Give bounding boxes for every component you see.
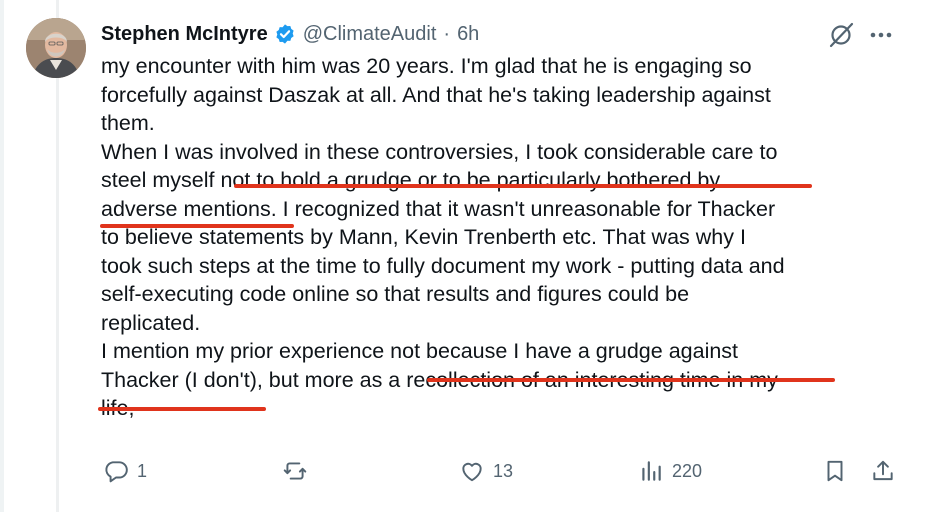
tweet-header: Stephen McIntyre @ClimateAudit · 6h (101, 18, 479, 50)
bookmark-icon (827, 460, 843, 482)
tweet-text: my encounter with him was 20 years. I'm … (101, 52, 916, 423)
author-handle[interactable]: @ClimateAudit (303, 23, 437, 46)
like-button[interactable]: 13 (459, 458, 513, 484)
avatar-photo (26, 18, 86, 78)
action-bar: 1 13 220 (0, 458, 926, 490)
repost-button[interactable] (282, 458, 316, 484)
tweet-line: replicated. (101, 310, 201, 335)
tweet-line: I mention my prior experience not becaus… (101, 339, 739, 363)
tweet-line: them. (101, 111, 155, 135)
reply-button[interactable]: 1 (103, 458, 147, 484)
bookmark-button[interactable] (822, 458, 848, 484)
tweet-line: steel myself not to hold a grudge or to … (101, 168, 721, 192)
reply-count: 1 (137, 460, 148, 481)
reply-icon (105, 461, 128, 483)
author-name[interactable]: Stephen McIntyre (101, 23, 268, 46)
views-button[interactable]: 220 (638, 458, 702, 484)
tweet-line: took such steps at the time to fully doc… (101, 253, 785, 278)
views-icon (642, 461, 661, 481)
annotation-underline (427, 378, 835, 382)
timestamp[interactable]: 6h (457, 23, 479, 46)
share-icon (873, 460, 893, 481)
grok-icon[interactable] (826, 20, 856, 50)
header-separator: · (443, 22, 451, 45)
share-button[interactable] (870, 458, 896, 484)
tweet-line: my encounter with him was 20 years. I'm … (101, 54, 752, 78)
annotation-underline (234, 184, 812, 188)
tweet-line: self-executing code online so that resul… (101, 282, 690, 306)
tweet-line: forcefully against Daszak at all. And th… (101, 82, 771, 107)
repost-icon (283, 462, 307, 480)
views-count: 220 (672, 460, 703, 481)
tweet-line: adverse mentions. I recognized that it w… (101, 196, 776, 221)
like-icon (462, 462, 482, 482)
tweet-line: When I was involved in these controversi… (101, 139, 778, 164)
timeline-border (0, 0, 4, 512)
avatar[interactable] (26, 18, 86, 78)
like-count: 13 (493, 460, 514, 481)
verified-badge-icon[interactable] (274, 23, 296, 45)
annotation-underline (100, 224, 294, 228)
annotation-underline (98, 407, 266, 411)
more-icon[interactable] (866, 20, 896, 50)
